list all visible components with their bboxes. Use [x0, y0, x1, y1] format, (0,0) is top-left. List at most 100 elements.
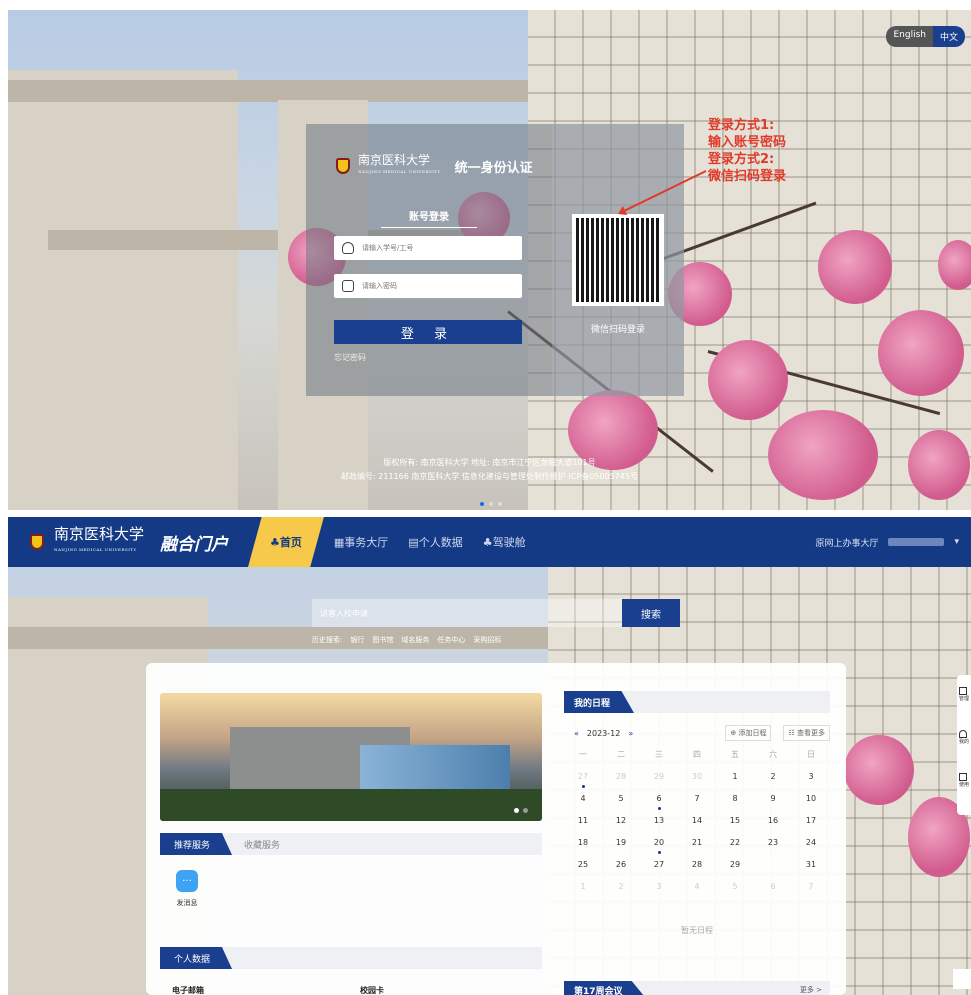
calendar-day[interactable]: 15 [716, 813, 754, 829]
card-campus-card[interactable]: 校园卡 [360, 985, 384, 995]
calendar-day[interactable]: 16 [754, 813, 792, 829]
calendar-day[interactable]: 21 [678, 835, 716, 851]
calendar-day[interactable]: 27 [564, 769, 602, 788]
history-item[interactable]: 银行 [350, 635, 364, 645]
calendar-toolbar: « 2023-12 » ⊕ 添加日程 ☷ 查看更多 [564, 725, 830, 741]
tab-favorite-services[interactable]: 收藏服务 [232, 838, 280, 851]
tab-label: 事务大厅 [344, 536, 389, 549]
calendar-day[interactable]: 13 [640, 813, 678, 829]
login-button[interactable]: 登 录 [334, 320, 522, 344]
side-item[interactable]: 使用 [958, 773, 969, 788]
tab-affairs-hall[interactable]: ▦ 事务大厅 [324, 517, 398, 567]
calendar-day-selected[interactable]: 30 [754, 855, 792, 875]
calendar-day[interactable]: 22 [716, 835, 754, 851]
calendar-day[interactable]: 7 [792, 879, 830, 895]
tab-recommended-services[interactable]: 推荐服务 [160, 833, 233, 855]
history-item[interactable]: 图书馆 [372, 635, 393, 645]
calendar-day[interactable]: 29 [716, 857, 754, 873]
password-field[interactable]: 请输入密码 [334, 274, 522, 298]
login-logo-row: 南京医科大学 NANJING MEDICAL UNIVERSITY 统一身份认证 [336, 154, 533, 178]
add-event-button[interactable]: ⊕ 添加日程 [725, 725, 772, 741]
calendar-day[interactable]: 3 [640, 879, 678, 895]
carousel-dot[interactable] [498, 502, 502, 506]
english-button[interactable]: English [886, 26, 933, 47]
calendar-day[interactable]: 7 [678, 791, 716, 807]
banner-dot[interactable] [514, 808, 519, 813]
tab-cockpit[interactable]: ♣ 驾驶舱 [473, 517, 536, 567]
calendar-day[interactable]: 18 [564, 835, 602, 851]
calendar-day[interactable]: 8 [716, 791, 754, 807]
calendar-grid: 一 二 三 四 五 六 日 27 28 29 30 1 2 3 4 5 6 7 8 9 10 11 12 1… [564, 747, 830, 895]
old-hall-link[interactable]: 原网上办事大厅 [815, 536, 878, 549]
history-item[interactable]: 任务中心 [437, 635, 465, 645]
qr-code[interactable] [572, 214, 664, 306]
calendar-day[interactable]: 19 [602, 835, 640, 851]
qr-login-panel: 微信扫码登录 [552, 124, 684, 396]
calendar-day[interactable]: 28 [678, 857, 716, 873]
card-email[interactable]: 电子邮箱 [172, 985, 204, 995]
calendar-day[interactable]: 9 [754, 791, 792, 807]
calendar-day[interactable]: 6 [640, 791, 678, 810]
annotation-line: 登录方式1: [708, 118, 775, 133]
calendar-day[interactable]: 11 [564, 813, 602, 829]
calendar-day[interactable]: 27 [640, 857, 678, 873]
meetings-more-link[interactable]: 更多 > [800, 985, 822, 995]
calendar-day[interactable]: 1 [564, 879, 602, 895]
calendar-day[interactable]: 12 [602, 813, 640, 829]
chevron-down-icon[interactable]: ▾ [954, 537, 959, 547]
calendar-title: 我的日程 [564, 691, 635, 713]
calendar-day[interactable]: 4 [678, 879, 716, 895]
calendar-day[interactable]: 10 [792, 791, 830, 807]
calendar-day[interactable]: 5 [602, 791, 640, 807]
username-field[interactable]: 请输入学号/工号 [334, 236, 522, 260]
tab-home[interactable]: ♣ 首页 [248, 517, 324, 567]
username-placeholder: 请输入学号/工号 [362, 244, 414, 252]
side-item[interactable]: 管理 [958, 687, 969, 702]
history-item[interactable]: 采购招标 [473, 635, 501, 645]
service-send-message[interactable]: ··· 发消息 [176, 870, 198, 908]
calendar-day[interactable]: 1 [716, 769, 754, 785]
calendar-day[interactable]: 14 [678, 813, 716, 829]
calendar-day[interactable]: 26 [602, 857, 640, 873]
carousel-dot[interactable] [489, 502, 493, 506]
calendar-day[interactable]: 5 [716, 879, 754, 895]
assistant-icon[interactable] [953, 969, 971, 989]
tab-account-login[interactable]: 账号登录 [306, 208, 552, 228]
calendar-day[interactable]: 20 [640, 835, 678, 854]
calendar-day[interactable]: 24 [792, 835, 830, 851]
user-name-redacted[interactable] [888, 538, 945, 546]
calendar-day[interactable]: 29 [640, 769, 678, 785]
calendar-day[interactable]: 31 [792, 857, 830, 873]
banner-dot[interactable] [523, 808, 528, 813]
calendar-day[interactable]: 17 [792, 813, 830, 829]
carousel-dot[interactable] [480, 502, 484, 506]
calendar-day[interactable]: 30 [678, 769, 716, 785]
calendar-day[interactable]: 25 [564, 857, 602, 873]
doc-icon: ▤ [408, 535, 419, 549]
calendar-day[interactable]: 2 [602, 879, 640, 895]
qr-login-label[interactable]: 微信扫码登录 [552, 322, 684, 335]
calendar-day[interactable]: 4 [564, 791, 602, 807]
tab-personal-data[interactable]: ▤ 个人数据 [398, 517, 472, 567]
top-nav: 南京医科大学 NANJING MEDICAL UNIVERSITY 融合门户 ♣… [8, 517, 971, 567]
search-input[interactable]: 访客入校申请 [312, 599, 622, 627]
calendar-day[interactable]: 3 [792, 769, 830, 785]
prev-month-button[interactable]: « [574, 729, 579, 738]
view-more-button[interactable]: ☷ 查看更多 [783, 725, 830, 741]
calendar-header: 我的日程 [564, 691, 830, 713]
personal-data-title[interactable]: 个人数据 [160, 947, 233, 969]
chinese-button[interactable]: 中文 [932, 26, 965, 47]
next-month-button[interactable]: » [628, 729, 633, 738]
university-logo[interactable]: 南京医科大学 NANJING MEDICAL UNIVERSITY [54, 527, 144, 557]
forgot-password-link[interactable]: 忘记密码 [334, 352, 366, 363]
banner-image[interactable] [160, 693, 542, 821]
side-item[interactable]: 我的 [958, 730, 969, 745]
manage-icon [958, 687, 967, 695]
calendar-day[interactable]: 2 [754, 769, 792, 785]
search-button[interactable]: 搜索 [622, 599, 680, 627]
password-placeholder: 请输入密码 [362, 282, 397, 290]
calendar-day[interactable]: 28 [602, 769, 640, 785]
calendar-day[interactable]: 23 [754, 835, 792, 851]
history-item[interactable]: 域名服务 [401, 635, 429, 645]
calendar-day[interactable]: 6 [754, 879, 792, 895]
